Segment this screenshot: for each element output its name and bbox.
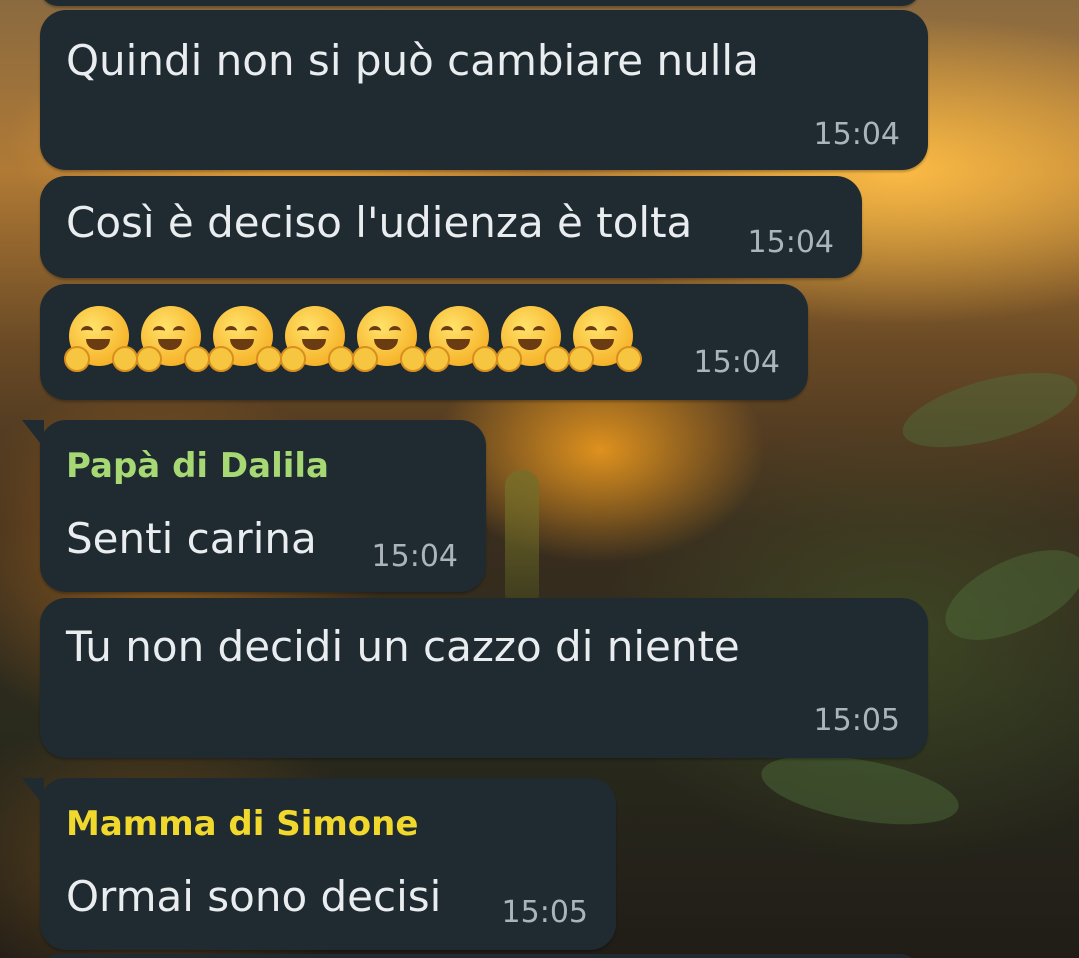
sender-name[interactable]: Mamma di Simone [66, 804, 418, 844]
chat-area[interactable]: Quindi non si può cambiare nulla 15:04 C… [0, 0, 1079, 958]
hugging-face-emoji [568, 306, 642, 372]
message-bubble[interactable]: Così è deciso l'udienza è tolta 15:04 [40, 176, 862, 278]
message-timestamp: 15:04 [813, 117, 900, 152]
hugging-face-emoji [136, 306, 210, 372]
hugging-face-emoji [208, 306, 282, 372]
message-text: Quindi non si può cambiare nulla [66, 36, 759, 85]
message-timestamp: 15:05 [813, 703, 900, 738]
message-bubble-emoji[interactable]: 15:04 [40, 284, 808, 400]
background-leaf [895, 357, 1079, 463]
background-leaf [932, 531, 1079, 659]
hugging-face-emoji [64, 306, 138, 372]
hugging-face-emoji [496, 306, 570, 372]
hugging-face-emoji [280, 306, 354, 372]
message-bubble-partial [40, 0, 920, 6]
hugging-face-emoji [424, 306, 498, 372]
message-timestamp: 15:04 [371, 539, 458, 574]
message-bubble[interactable]: Tu non decidi un cazzo di niente 15:05 [40, 598, 928, 758]
message-text: Senti carina [66, 514, 317, 563]
message-timestamp: 15:05 [501, 895, 588, 930]
message-bubble-incoming[interactable]: Papà di Dalila Senti carina 15:04 [22, 420, 486, 592]
message-bubble-partial [40, 954, 920, 958]
emoji-row [64, 306, 642, 372]
message-timestamp: 15:04 [693, 345, 780, 380]
hugging-face-emoji [352, 306, 426, 372]
message-text: Ormai sono decisi [66, 872, 442, 921]
message-bubble[interactable]: Quindi non si può cambiare nulla 15:04 [40, 10, 928, 170]
message-text: Tu non decidi un cazzo di niente [66, 622, 740, 671]
sender-name[interactable]: Papà di Dalila [66, 446, 329, 486]
message-bubble-incoming[interactable]: Mamma di Simone Ormai sono decisi 15:05 [22, 778, 616, 950]
message-timestamp: 15:04 [747, 225, 834, 260]
background-stem [505, 470, 539, 610]
message-text: Così è deciso l'udienza è tolta [66, 198, 693, 247]
